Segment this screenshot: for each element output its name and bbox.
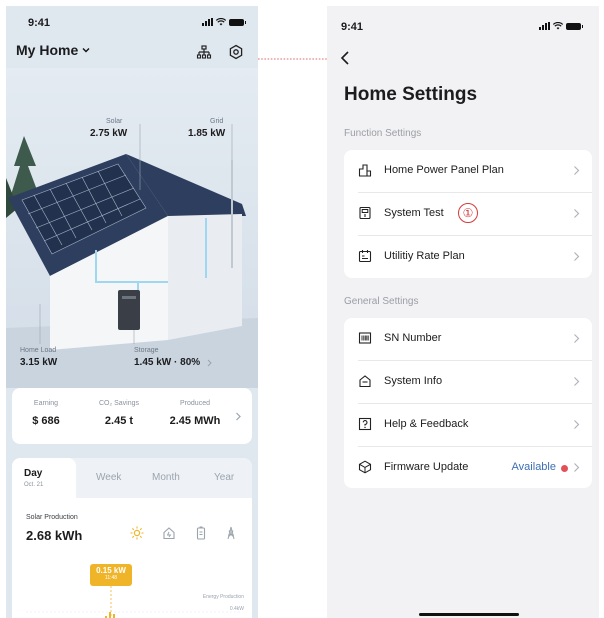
chevron-right-icon	[574, 166, 580, 175]
system-indicators	[202, 18, 246, 26]
gear-icon[interactable]	[228, 44, 244, 60]
system-test-icon	[359, 206, 371, 220]
update-dot	[561, 465, 568, 472]
row-label: Firmware Update	[384, 461, 469, 473]
network-icon[interactable]	[196, 44, 212, 60]
grid-tower-icon[interactable]	[224, 526, 238, 540]
stat-value: $ 686	[32, 415, 60, 427]
chevron-right-icon	[574, 252, 580, 261]
help-icon	[358, 417, 372, 431]
wifi-icon	[553, 22, 563, 30]
function-settings-header: Function Settings	[344, 128, 422, 139]
tab-month[interactable]: Month	[152, 472, 180, 483]
storage-label: Storage	[134, 347, 159, 354]
panel-plan-icon	[358, 164, 372, 177]
row-label: Help & Feedback	[384, 418, 469, 430]
stat-value: 2.45 t	[104, 415, 134, 427]
home-load-value: 3.15 kW	[20, 357, 58, 368]
chart-axis-label: 0.4kW	[229, 606, 244, 612]
grid-value: 1.85 kW	[188, 128, 226, 139]
storage-value[interactable]: 1.45 kW · 80%	[134, 357, 200, 368]
chevron-right-icon	[574, 209, 580, 218]
row-label: System Info	[384, 375, 443, 387]
row-system-test[interactable]: System Test ①	[344, 193, 592, 236]
signal-icon	[539, 22, 550, 30]
production-value: 2.68 kWh	[26, 528, 83, 543]
sun-icon[interactable]	[130, 526, 144, 540]
home-load-label: Home Load	[20, 347, 57, 354]
storage-chevron-icon	[207, 359, 212, 367]
firmware-icon	[358, 460, 372, 474]
chevron-right-icon	[236, 412, 241, 421]
chevron-right-icon	[574, 463, 580, 472]
production-chart	[26, 586, 242, 618]
status-bar: 9:41	[6, 6, 258, 36]
house-illustration	[6, 68, 258, 388]
barcode-icon	[358, 332, 372, 344]
row-help-feedback[interactable]: Help & Feedback	[344, 404, 592, 447]
wifi-icon	[216, 18, 226, 26]
grid-label: Grid	[210, 118, 224, 125]
row-system-info[interactable]: System Info	[344, 361, 592, 404]
page-title: Home Settings	[344, 84, 478, 105]
period-tabs: Day Oct. 21 Week Month Year	[12, 458, 252, 502]
system-indicators	[539, 22, 583, 30]
status-time: 9:41	[341, 21, 364, 33]
stat-produced: Produced 2.45 MWh	[162, 400, 228, 427]
chevron-right-icon	[574, 377, 580, 386]
row-label: System Test	[384, 207, 444, 219]
screen-flow: 9:41 My Home Solar 2.75 kW Grid 1.85 kW …	[0, 0, 604, 618]
tooltip-value: 0.15 kW	[96, 566, 126, 575]
stat-label: Earning	[33, 400, 59, 407]
general-settings-header: General Settings	[344, 296, 419, 307]
tab-day-date: Oct. 21	[24, 482, 44, 488]
solar-label: Solar	[106, 118, 123, 125]
stat-earning: Earning $ 686	[26, 400, 66, 427]
solar-value: 2.75 kW	[90, 128, 128, 139]
home-screen: 9:41 My Home Solar 2.75 kW Grid 1.85 kW …	[6, 6, 258, 618]
row-label: Home Power Panel Plan	[384, 164, 504, 176]
home-settings-screen: 9:41 Home Settings Function Settings Hom…	[327, 6, 599, 618]
tooltip-time: 11:48	[104, 575, 118, 581]
signal-icon	[202, 18, 213, 26]
row-firmware-update[interactable]: Firmware Update Available	[344, 447, 592, 490]
tab-year[interactable]: Year	[214, 472, 234, 483]
stat-label: Produced	[180, 400, 210, 407]
row-utility-rate-plan[interactable]: Utilitiy Rate Plan	[344, 236, 592, 279]
home-title-label: My Home	[16, 42, 79, 58]
annotation-marker: ①	[458, 203, 478, 223]
system-info-icon	[359, 375, 371, 388]
stats-card[interactable]: Earning $ 686 CO₂ Savings 2.45 t Produce…	[12, 388, 252, 444]
production-title: Solar Production	[26, 514, 78, 521]
row-label: Utilitiy Rate Plan	[384, 250, 465, 262]
home-icon[interactable]	[162, 526, 176, 540]
stat-co2: CO₂ Savings 2.45 t	[92, 400, 146, 427]
back-arrow-icon[interactable]	[339, 50, 351, 66]
chevron-down-icon	[82, 48, 90, 53]
tab-week[interactable]: Week	[96, 472, 121, 483]
status-time: 9:41	[28, 17, 51, 29]
stat-value: 2.45 MWh	[169, 415, 221, 427]
home-indicator[interactable]	[419, 613, 519, 616]
chevron-right-icon	[574, 420, 580, 429]
rate-plan-icon	[358, 250, 372, 263]
row-label: SN Number	[384, 332, 442, 344]
stat-label: CO₂ Savings	[98, 400, 140, 407]
chart-legend: Energy Production	[202, 594, 244, 600]
production-tooltip: 0.15 kW 11:48	[90, 564, 132, 586]
tab-day[interactable]: Day Oct. 21	[12, 458, 76, 502]
battery-icon	[229, 18, 246, 26]
battery-icon	[566, 22, 583, 30]
home-selector[interactable]: My Home	[16, 42, 90, 58]
tab-day-label: Day	[24, 468, 43, 479]
chevron-right-icon	[574, 334, 580, 343]
firmware-status: Available	[511, 461, 556, 473]
general-settings-group: SN Number System Info Help & Feedback Fi…	[344, 318, 592, 488]
row-sn-number[interactable]: SN Number	[344, 318, 592, 361]
battery-storage-icon[interactable]	[194, 526, 208, 540]
function-settings-group: Home Power Panel Plan System Test ① Util…	[344, 150, 592, 278]
solar-production-panel: Solar Production 2.68 kWh 0.15 kW 11:48 …	[12, 498, 252, 618]
row-home-power-panel-plan[interactable]: Home Power Panel Plan	[344, 150, 592, 193]
